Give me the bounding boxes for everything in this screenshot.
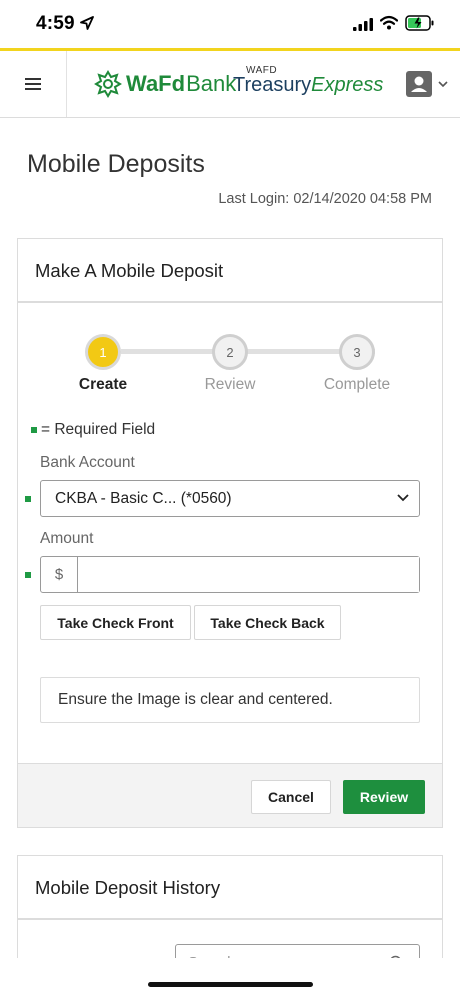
wifi-icon xyxy=(380,15,398,30)
last-login: Last Login: 02/14/2020 04:58 PM xyxy=(218,191,432,207)
product-treasury: Treasury xyxy=(233,74,312,96)
brand-wafd: WaFd xyxy=(126,71,186,96)
menu-button[interactable] xyxy=(0,51,67,117)
required-marker xyxy=(25,496,31,502)
required-legend-text: = Required Field xyxy=(41,421,156,438)
user-avatar-icon xyxy=(406,71,432,97)
step-2-indicator: 2 xyxy=(212,334,248,370)
amount-field-group: $ xyxy=(40,556,420,593)
location-arrow-icon xyxy=(80,16,94,30)
card-title: Make A Mobile Deposit xyxy=(18,239,442,303)
step-1-indicator: 1 xyxy=(85,334,121,370)
cellular-signal-icon xyxy=(353,18,373,31)
product-name: TreasuryExpress xyxy=(233,74,383,97)
currency-addon: $ xyxy=(41,557,78,592)
review-button[interactable]: Review xyxy=(343,780,425,814)
step-3-indicator: 3 xyxy=(339,334,375,370)
brand-bank: Bank xyxy=(186,71,237,96)
chevron-down-icon xyxy=(397,494,409,502)
page-title: Mobile Deposits xyxy=(27,150,205,178)
amount-label: Amount xyxy=(40,530,94,547)
take-check-back-button[interactable]: Take Check Back xyxy=(194,605,341,640)
amount-input[interactable] xyxy=(78,557,419,592)
wafd-bank-logo[interactable]: WaFd Bank xyxy=(94,69,236,99)
deposit-stepper: 1 2 3 Create Review Complete xyxy=(18,334,444,399)
home-bar-area xyxy=(0,958,460,996)
step-3-label: Complete xyxy=(323,376,391,393)
required-field-legend: = Required Field xyxy=(31,421,155,439)
home-indicator[interactable] xyxy=(148,982,313,987)
step-1-label: Create xyxy=(78,376,128,393)
app-header: WaFd Bank WAFD TreasuryExpress xyxy=(0,51,460,118)
status-time: 4:59 xyxy=(36,13,75,34)
user-menu-button[interactable] xyxy=(406,71,450,99)
step-2-label: Review xyxy=(204,376,256,393)
bank-account-select[interactable]: CKBA - Basic C... (*0560) xyxy=(40,480,420,517)
mobile-deposit-card: Make A Mobile Deposit 1 2 3 Create Revie… xyxy=(17,238,443,828)
chevron-down-icon xyxy=(438,81,448,88)
card-footer: Cancel Review xyxy=(18,763,442,827)
bank-account-label: Bank Account xyxy=(40,454,135,471)
status-bar: 4:59 xyxy=(0,0,460,50)
wafd-leaf-icon xyxy=(94,70,122,98)
take-check-front-button[interactable]: Take Check Front xyxy=(40,605,191,640)
cancel-button[interactable]: Cancel xyxy=(251,780,331,814)
required-marker xyxy=(25,572,31,578)
mobile-deposit-history-card: Mobile Deposit History Search... xyxy=(17,855,443,984)
product-express: Express xyxy=(311,74,384,96)
history-card-title: Mobile Deposit History xyxy=(18,856,442,920)
hamburger-icon xyxy=(25,78,41,80)
required-marker xyxy=(31,427,37,433)
hamburger-icon-bar xyxy=(25,88,41,90)
image-guidance-message: Ensure the Image is clear and centered. xyxy=(40,677,420,723)
bank-account-value: CKBA - Basic C... (*0560) xyxy=(55,489,232,507)
hamburger-icon-bar xyxy=(25,83,41,85)
battery-charging-icon xyxy=(405,15,434,31)
